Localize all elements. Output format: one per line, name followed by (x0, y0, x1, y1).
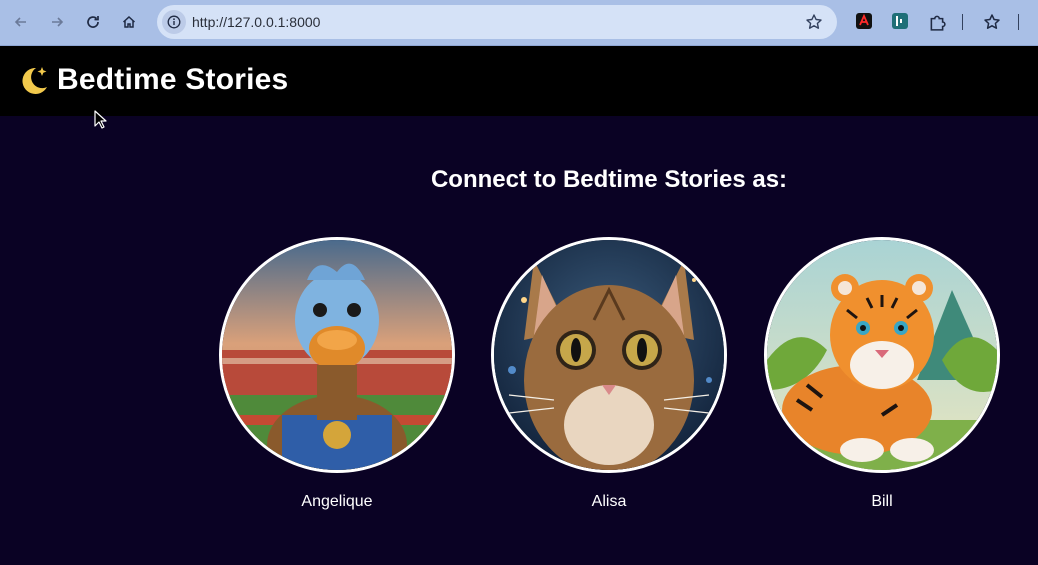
bookmarks-star-list-icon[interactable] (983, 13, 1000, 29)
profile-name[interactable]: Bill (764, 493, 1000, 511)
reload-icon (87, 16, 99, 28)
bookmark-star-icon[interactable] (805, 13, 823, 31)
reload-button[interactable] (80, 9, 106, 35)
home-icon (122, 15, 136, 28)
teal-extension-icon[interactable] (892, 13, 908, 29)
profile-name[interactable]: Alisa (491, 493, 727, 511)
browser-toolbar: http://127.0.0.1:8000 (0, 0, 1038, 46)
mouse-cursor-icon (94, 110, 107, 129)
toolbar-divider (1018, 14, 1019, 30)
acrobat-extension-icon[interactable] (856, 13, 872, 29)
moon-sparkle-icon[interactable] (18, 64, 50, 96)
profile-card-alisa[interactable]: Alisa (491, 237, 727, 511)
toolbar-divider (962, 14, 963, 30)
info-icon (167, 15, 181, 29)
duck-avatar[interactable] (219, 237, 455, 473)
puzzle-extensions-icon[interactable] (928, 13, 946, 31)
site-info-button[interactable] (162, 10, 186, 34)
app-title[interactable]: Bedtime Stories (57, 63, 288, 97)
forward-button[interactable] (44, 9, 70, 35)
profile-card-angelique[interactable]: Angelique (219, 237, 455, 511)
home-button[interactable] (116, 9, 142, 35)
app-header: Bedtime Stories (0, 46, 1038, 116)
profile-name[interactable]: Angelique (219, 493, 455, 511)
back-button[interactable] (8, 9, 34, 35)
profile-card-bill[interactable]: Bill (764, 237, 1000, 511)
tiger-avatar[interactable] (764, 237, 1000, 473)
arrow-left-icon (14, 17, 26, 27)
connect-heading: Connect to Bedtime Stories as: (430, 166, 788, 193)
arrow-right-icon (52, 17, 64, 27)
address-bar[interactable]: http://127.0.0.1:8000 (157, 5, 837, 39)
cat-avatar[interactable] (491, 237, 727, 473)
url-text[interactable]: http://127.0.0.1:8000 (192, 14, 320, 30)
